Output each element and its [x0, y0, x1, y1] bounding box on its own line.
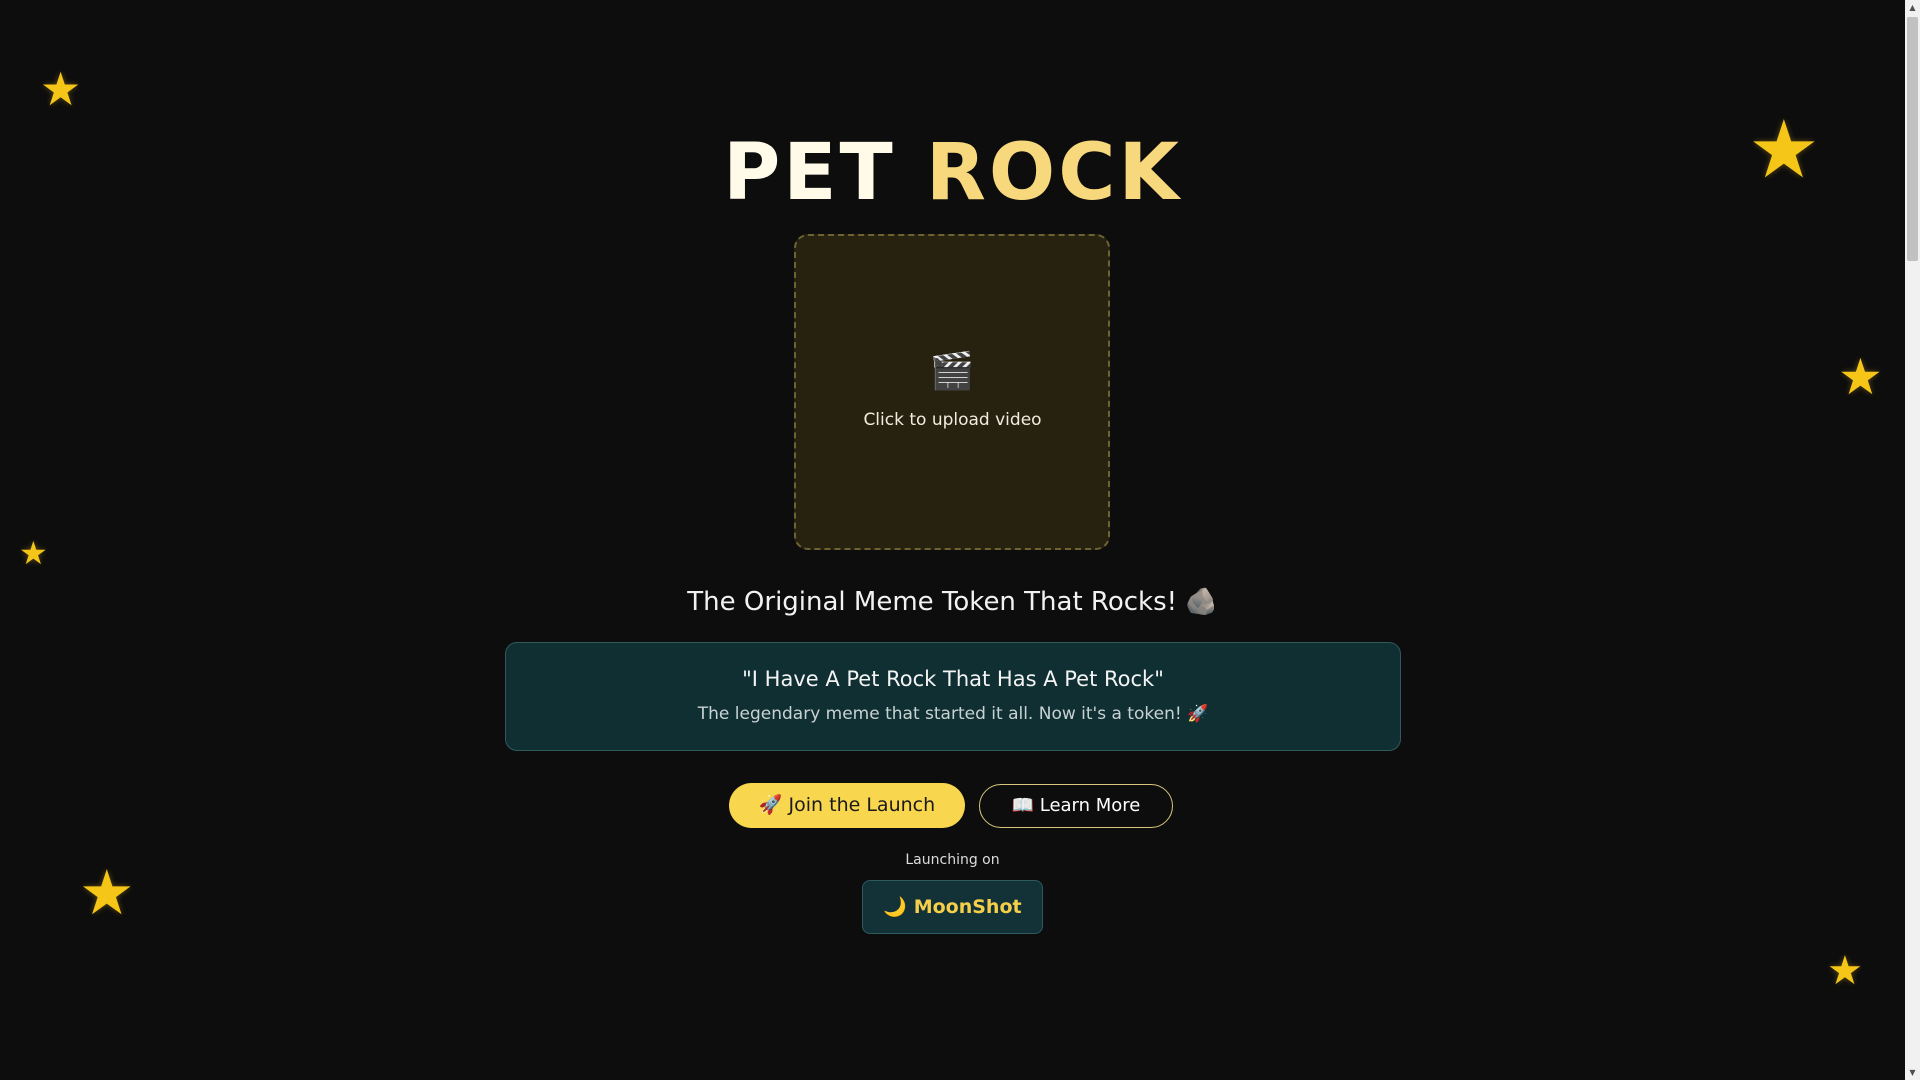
scroll-up-arrow-icon[interactable]: ▲ — [1905, 0, 1920, 15]
video-upload-dropzone[interactable]: 🎬 — [794, 234, 1110, 550]
clapper-board-icon: 🎬 — [929, 351, 975, 392]
moon-icon: 🌙 — [883, 896, 908, 918]
quote-card: "I Have A Pet Rock That Has A Pet Rock" … — [505, 642, 1401, 751]
upload-label: Click to upload video — [863, 410, 1042, 430]
star-icon: ★ — [79, 856, 135, 929]
launching-on-label: Launching on — [905, 852, 1000, 868]
learn-more-button[interactable]: 📖 Learn More — [979, 784, 1173, 828]
star-icon: ★ — [1827, 948, 1863, 994]
scroll-down-arrow-icon[interactable]: ▼ — [1905, 1065, 1920, 1080]
title-rock: ROCK — [925, 128, 1182, 218]
quote-subtitle: The legendary meme that started it all. … — [697, 704, 1209, 724]
scrollbar-thumb[interactable] — [1907, 17, 1918, 261]
page-title: PET ROCK — [0, 128, 1905, 218]
title-pet: PET — [723, 128, 926, 218]
moonshot-platform-button[interactable]: 🌙 MoonShot — [862, 880, 1043, 934]
star-icon: ★ — [1838, 348, 1883, 406]
star-icon: ★ — [19, 534, 48, 572]
platform-name: MoonShot — [913, 896, 1022, 918]
quote-title: "I Have A Pet Rock That Has A Pet Rock" — [742, 667, 1164, 691]
page: ★ ★ ★ ★ ★ ★ PET ROCK 🎬 Click to upload v… — [0, 0, 1920, 1080]
star-icon: ★ — [40, 62, 82, 116]
main-content: ★ ★ ★ ★ ★ ★ PET ROCK 🎬 Click to upload v… — [0, 0, 1905, 1080]
tagline: The Original Meme Token That Rocks! 🪨 — [687, 587, 1218, 617]
join-launch-button[interactable]: 🚀 Join the Launch — [729, 783, 965, 828]
vertical-scrollbar[interactable]: ▲ ▼ — [1905, 0, 1920, 1080]
